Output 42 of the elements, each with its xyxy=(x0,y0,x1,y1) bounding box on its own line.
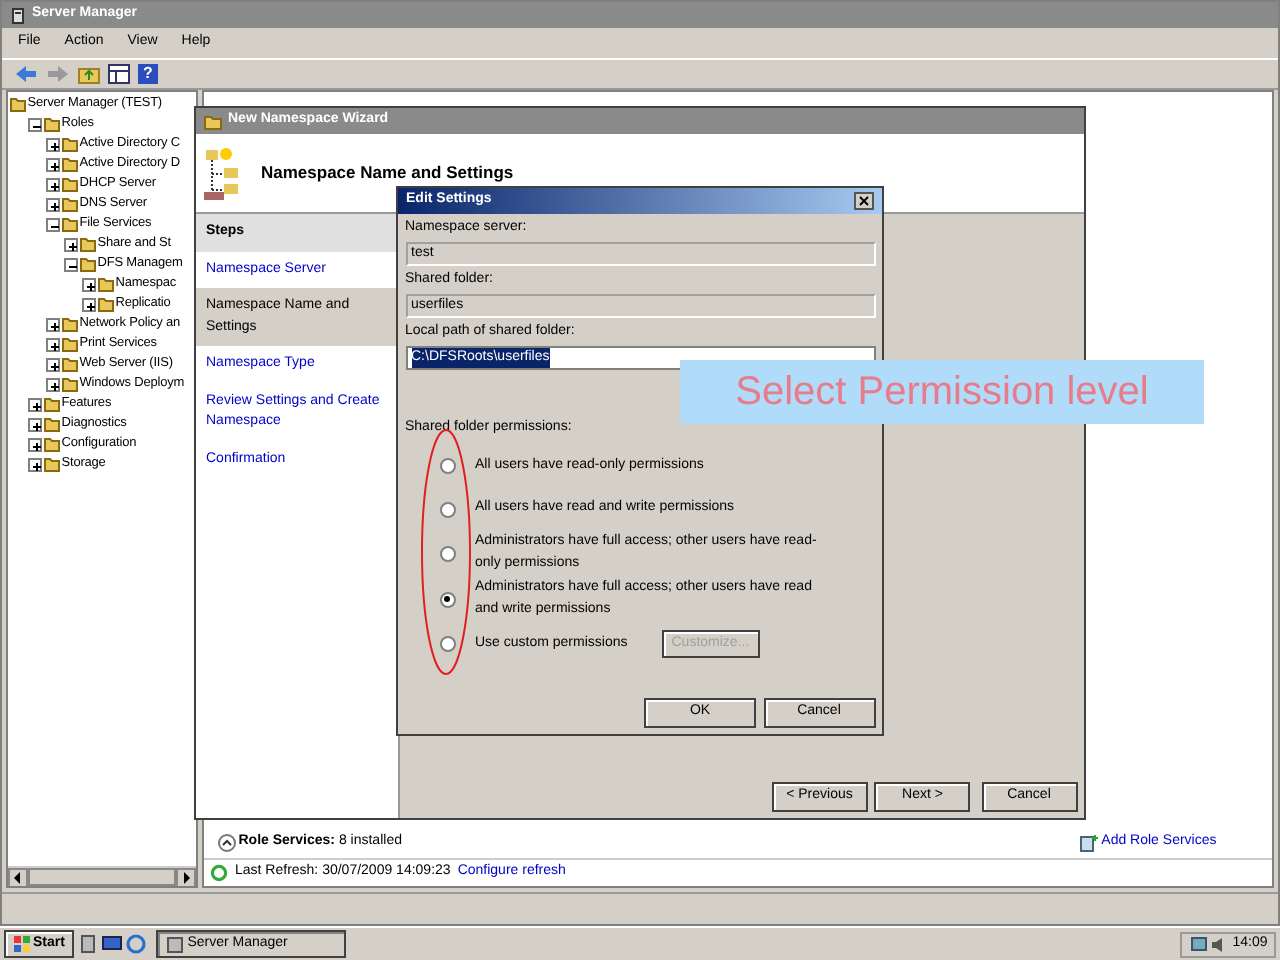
windows-logo-icon xyxy=(13,936,30,952)
expand-toggle[interactable] xyxy=(45,137,60,152)
wizard-heading: Namespace Name and Settings xyxy=(261,160,514,186)
expand-toggle[interactable] xyxy=(27,397,42,412)
desktop-icon[interactable] xyxy=(101,934,122,954)
expand-toggle[interactable] xyxy=(63,257,78,272)
expand-toggle[interactable] xyxy=(45,377,60,392)
radio-button[interactable] xyxy=(439,591,455,607)
help-button[interactable]: ? xyxy=(138,63,158,83)
expand-toggle[interactable] xyxy=(27,457,42,472)
expand-toggle[interactable] xyxy=(27,417,42,432)
expand-toggle[interactable] xyxy=(45,177,60,192)
expand-toggle[interactable] xyxy=(45,337,60,352)
folder-up-icon[interactable] xyxy=(78,63,100,83)
expand-toggle[interactable] xyxy=(45,357,60,372)
collapse-icon[interactable] xyxy=(217,833,235,851)
expand-toggle[interactable] xyxy=(81,297,96,312)
wizard-icon xyxy=(204,113,222,129)
server-icon xyxy=(10,7,26,23)
radio-button[interactable] xyxy=(439,501,455,517)
annotation-callout: Select Permission level xyxy=(680,360,1204,424)
back-arrow-icon[interactable] xyxy=(14,63,38,83)
expand-toggle[interactable] xyxy=(45,217,60,232)
server-icon[interactable] xyxy=(78,934,99,954)
expand-toggle[interactable] xyxy=(45,197,60,212)
radio-button[interactable] xyxy=(439,545,455,562)
expand-toggle[interactable] xyxy=(63,237,78,252)
scroll-right-icon[interactable] xyxy=(175,867,196,886)
server-manager-icon xyxy=(165,935,184,953)
close-icon[interactable] xyxy=(854,192,874,210)
expand-toggle[interactable] xyxy=(45,317,60,332)
add-role-icon xyxy=(1079,833,1098,851)
expand-toggle[interactable] xyxy=(27,437,42,452)
expand-toggle[interactable] xyxy=(45,157,60,172)
radio-button[interactable] xyxy=(439,635,455,652)
expand-toggle[interactable] xyxy=(81,277,96,292)
scroll-left-icon[interactable] xyxy=(7,867,28,886)
radio-button[interactable] xyxy=(439,457,455,474)
network-icon xyxy=(1189,935,1208,953)
expand-toggle[interactable] xyxy=(27,117,42,132)
table-icon[interactable] xyxy=(108,63,130,83)
refresh-icon xyxy=(210,864,228,882)
